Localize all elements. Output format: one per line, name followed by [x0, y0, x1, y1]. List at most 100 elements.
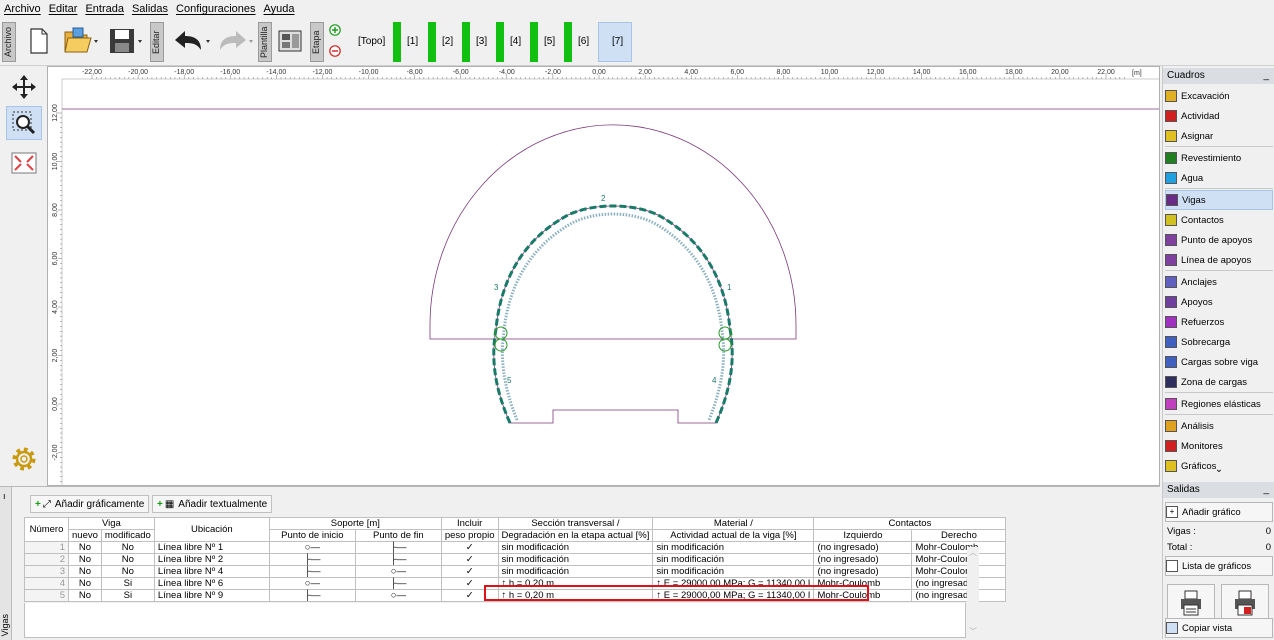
- menu-ayuda[interactable]: Ayuda: [264, 3, 295, 15]
- menu-configuraciones[interactable]: Configuraciones: [176, 3, 256, 15]
- cuadros-item-lining[interactable]: Revestimiento: [1165, 148, 1273, 168]
- cell-derecho[interactable]: (no ingresado): [911, 589, 1007, 602]
- stage-topo[interactable]: [Topo]: [358, 36, 385, 47]
- cell-izquierdo[interactable]: (no ingresado): [813, 541, 913, 554]
- cell-modificado[interactable]: No: [100, 565, 155, 578]
- cuadros-item-beams[interactable]: Vigas: [1165, 190, 1273, 210]
- cuadros-item-reinforcement[interactable]: Refuerzos: [1165, 312, 1273, 332]
- cell-peso-propio[interactable]: ✓: [440, 565, 499, 578]
- copy-view-button[interactable]: Copiar vista: [1165, 618, 1273, 638]
- template-button[interactable]: [276, 24, 306, 58]
- table-row[interactable]: 2 No No Línea libre Nº 2 ├— ├— ✓ sin modificaci…: [24, 553, 1007, 566]
- cuadros-item-support-point[interactable]: Punto de apoyos: [1165, 230, 1273, 250]
- cuadros-item-load-zone[interactable]: Zona de cargas: [1165, 372, 1273, 392]
- cell-derecho[interactable]: (no ingresado): [911, 577, 1007, 590]
- cell-modificado[interactable]: No: [100, 553, 155, 566]
- cell-punto-fin[interactable]: ├—: [354, 553, 442, 566]
- stage-3[interactable]: [3]: [476, 36, 487, 47]
- stage-4[interactable]: [4]: [510, 36, 521, 47]
- tunnel-beams[interactable]: [492, 204, 734, 424]
- cell-nuevo[interactable]: No: [68, 541, 102, 554]
- menu-archivo[interactable]: Archivo: [4, 3, 41, 15]
- cell-ubicacion[interactable]: Línea libre Nº 9: [153, 589, 270, 602]
- settings-button[interactable]: [6, 442, 42, 476]
- cuadros-item-surcharge[interactable]: Sobrecarga: [1165, 332, 1273, 352]
- cell-modificado[interactable]: Si: [100, 577, 155, 590]
- cell-material[interactable]: sin modificación: [652, 541, 815, 554]
- cell-seccion[interactable]: sin modificación: [497, 541, 654, 554]
- cell-ubicacion[interactable]: Línea libre Nº 2: [153, 553, 270, 566]
- zoom-tool-button[interactable]: [6, 106, 42, 140]
- cell-punto-inicio[interactable]: ○—: [268, 577, 356, 590]
- cell-punto-fin[interactable]: ├—: [354, 541, 442, 554]
- cell-punto-fin[interactable]: ○—: [354, 589, 442, 602]
- vigas-vertical-tab[interactable]: Vigas: [0, 487, 12, 640]
- stage-5[interactable]: [5]: [544, 36, 555, 47]
- cuadros-item-assign[interactable]: Asignar: [1165, 126, 1273, 146]
- cell-modificado[interactable]: Si: [100, 589, 155, 602]
- cell-ubicacion[interactable]: Línea libre Nº 6: [153, 577, 270, 590]
- cell-nuevo[interactable]: No: [68, 577, 102, 590]
- cell-material[interactable]: sin modificación: [652, 565, 815, 578]
- menu-entrada[interactable]: Entrada: [85, 3, 124, 15]
- cell-punto-inicio[interactable]: ├—: [268, 589, 356, 602]
- row-number[interactable]: 4: [24, 577, 69, 590]
- cell-ubicacion[interactable]: Línea libre Nº 1: [153, 541, 270, 554]
- cell-izquierdo[interactable]: (no ingresado): [813, 553, 913, 566]
- menu-editar[interactable]: Editar: [49, 3, 78, 15]
- cell-nuevo[interactable]: No: [68, 589, 102, 602]
- pan-tool-button[interactable]: [6, 70, 42, 104]
- print-preview-button[interactable]: [1221, 584, 1269, 622]
- table-row[interactable]: 1 No No Línea libre Nº 1 ○— ├— ✓ sin modificaci…: [24, 541, 1007, 554]
- cell-seccion[interactable]: sin modificación: [497, 565, 654, 578]
- cuadros-item-elastic-regions[interactable]: Regiones elásticas: [1165, 394, 1273, 414]
- save-button[interactable]: [106, 24, 146, 58]
- cuadros-item-water[interactable]: Agua: [1165, 168, 1273, 188]
- cell-derecho[interactable]: Mohr-Coulomb: [911, 541, 1007, 554]
- cell-nuevo[interactable]: No: [68, 553, 102, 566]
- cell-peso-propio[interactable]: ✓: [440, 541, 499, 554]
- cuadros-item-props[interactable]: Apoyos: [1165, 292, 1273, 312]
- cell-punto-inicio[interactable]: ├—: [268, 553, 356, 566]
- cell-punto-inicio[interactable]: ○—: [268, 541, 356, 554]
- table-scrollbar[interactable]: ︿ ﹀: [967, 547, 979, 637]
- add-graph-button[interactable]: + Añadir gráfico: [1165, 502, 1273, 522]
- cell-seccion[interactable]: sin modificación: [497, 553, 654, 566]
- expand-chevron-icon[interactable]: ⌄: [1163, 464, 1274, 475]
- cuadros-item-monitors[interactable]: Monitores: [1165, 436, 1273, 456]
- scroll-down-icon[interactable]: ﹀: [967, 626, 979, 637]
- cuadros-item-support-line[interactable]: Línea de apoyos: [1165, 250, 1273, 270]
- row-number[interactable]: 3: [24, 565, 69, 578]
- row-number[interactable]: 5: [24, 589, 69, 602]
- redo-button[interactable]: [216, 24, 256, 58]
- cell-derecho[interactable]: Mohr-Coulomb: [911, 565, 1007, 578]
- open-file-button[interactable]: [62, 24, 102, 58]
- drawing-canvas[interactable]: -22,00 -20,00 -18,00 -16,00 -14,00 -12,00 -10,…: [47, 66, 1160, 486]
- print-button[interactable]: [1167, 584, 1215, 622]
- add-stage-button[interactable]: [328, 23, 342, 37]
- new-file-button[interactable]: [26, 24, 52, 58]
- row-number[interactable]: 2: [24, 553, 69, 566]
- stage-1[interactable]: [1]: [407, 36, 418, 47]
- stage-6[interactable]: [6]: [578, 36, 589, 47]
- cell-peso-propio[interactable]: ✓: [440, 553, 499, 566]
- cell-derecho[interactable]: Mohr-Coulomb: [911, 553, 1007, 566]
- add-graphically-button[interactable]: + ⤢ Añadir gráficamente: [30, 495, 150, 513]
- stage-7[interactable]: [7]: [612, 36, 623, 47]
- cell-punto-inicio[interactable]: ├—: [268, 565, 356, 578]
- table-row[interactable]: 3 No No Línea libre Nº 4 ├— ○— ✓ sin modificaci…: [24, 565, 1007, 578]
- zoom-extents-button[interactable]: [6, 146, 42, 180]
- cell-nuevo[interactable]: No: [68, 565, 102, 578]
- cuadros-item-excavation[interactable]: Excavación: [1165, 86, 1273, 106]
- menu-salidas[interactable]: Salidas: [132, 3, 168, 15]
- add-textually-button[interactable]: + ▦ Añadir textualmente: [152, 495, 273, 513]
- row-number[interactable]: 1: [24, 541, 69, 554]
- stage-2[interactable]: [2]: [442, 36, 453, 47]
- cell-material[interactable]: sin modificación: [652, 553, 815, 566]
- cell-modificado[interactable]: No: [100, 541, 155, 554]
- panel-pin[interactable]: ı: [3, 491, 6, 501]
- cuadros-item-analysis[interactable]: Análisis: [1165, 416, 1273, 436]
- undo-button[interactable]: [170, 24, 214, 58]
- cuadros-item-anchors[interactable]: Anclajes: [1165, 272, 1273, 292]
- cuadros-item-beam-loads[interactable]: Cargas sobre viga: [1165, 352, 1273, 372]
